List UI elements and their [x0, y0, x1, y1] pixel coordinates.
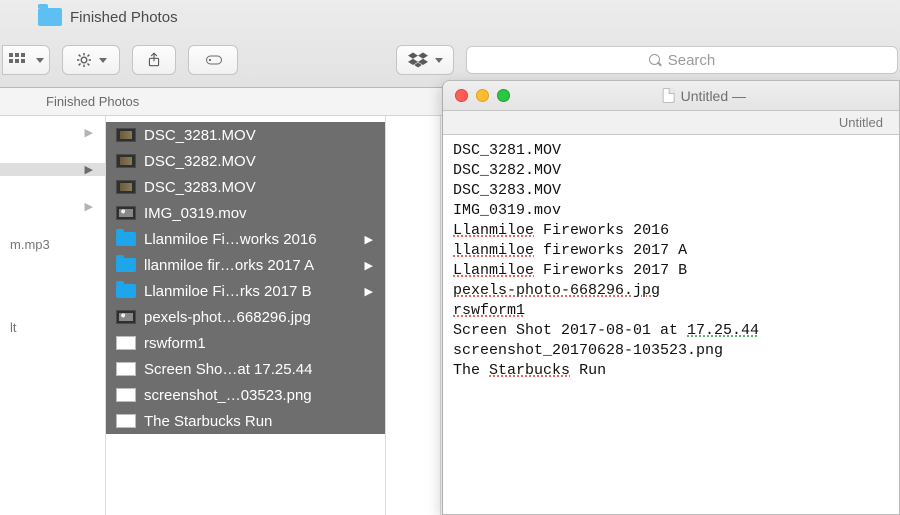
file-row[interactable]: Llanmiloe Fi…rks 2017 B ▶ [106, 278, 385, 304]
tags-button[interactable] [188, 45, 238, 75]
document-icon [116, 336, 136, 350]
file-name: Screen Sho…at 17.25.44 [144, 361, 312, 378]
share-button[interactable] [132, 45, 176, 75]
chevron-right-icon: ▶ [365, 285, 373, 298]
textedit-body[interactable]: DSC_3281.MOVDSC_3282.MOVDSC_3283.MOVIMG_… [443, 135, 899, 387]
textedit-tab-bar: Untitled [443, 111, 899, 135]
share-icon [147, 52, 161, 68]
close-button[interactable] [455, 89, 468, 102]
thumbnail-icon [116, 206, 136, 220]
column-header-label: Finished Photos [46, 94, 139, 109]
zoom-button[interactable] [497, 89, 510, 102]
search-placeholder: Search [668, 52, 716, 69]
finder-column-2[interactable]: DSC_3281.MOV DSC_3282.MOV DSC_3283.MOV IMG_… [106, 116, 386, 515]
file-name: DSC_3281.MOV [144, 127, 256, 144]
col1-item[interactable]: ▶ [0, 163, 105, 176]
file-name: llanmiloe fir…orks 2017 A [144, 257, 314, 274]
chevron-right-icon: ▶ [365, 233, 373, 246]
file-name: screenshot_…03523.png [144, 387, 312, 404]
textedit-tab[interactable]: Untitled [839, 115, 883, 130]
tag-icon [203, 54, 223, 66]
thumbnail-icon [116, 128, 136, 142]
thumbnail-icon [116, 310, 136, 324]
file-row[interactable]: Llanmiloe Fi…works 2016 ▶ [106, 226, 385, 252]
chevron-right-icon: ▶ [85, 126, 93, 139]
window-controls [443, 89, 510, 102]
dropbox-button[interactable] [396, 45, 454, 75]
view-mode-button[interactable] [2, 45, 50, 75]
chevron-right-icon: ▶ [365, 259, 373, 272]
window-title: Finished Photos [70, 9, 178, 26]
dropbox-icon [408, 52, 428, 68]
file-row[interactable]: IMG_0319.mov [106, 200, 385, 226]
file-row[interactable]: pexels-phot…668296.jpg [106, 304, 385, 330]
document-icon [116, 388, 136, 402]
col1-item[interactable]: ▶ [0, 126, 105, 139]
thumbnail-icon [116, 180, 136, 194]
file-name: The Starbucks Run [144, 413, 272, 430]
file-name: IMG_0319.mov [144, 205, 247, 222]
folder-icon [116, 258, 136, 272]
textedit-title: Untitled — [663, 88, 746, 104]
finder-column-3[interactable] [386, 116, 441, 515]
file-row[interactable]: The Starbucks Run [106, 408, 385, 434]
action-menu-button[interactable] [62, 45, 120, 75]
file-row[interactable]: screenshot_…03523.png [106, 382, 385, 408]
file-name: Llanmiloe Fi…works 2016 [144, 231, 317, 248]
file-name: Llanmiloe Fi…rks 2017 B [144, 283, 312, 300]
folder-icon [38, 8, 62, 26]
search-icon [649, 54, 662, 67]
col1-item-label: m.mp3 [10, 237, 50, 252]
finder-toolbar: Search [0, 41, 900, 79]
finder-column-1[interactable]: ▶ ▶ ▶ m.mp3 lt [0, 116, 106, 515]
col1-item[interactable]: m.mp3 [0, 237, 105, 252]
textedit-window: Untitled — Untitled DSC_3281.MOVDSC_3282… [442, 80, 900, 515]
col1-item[interactable]: lt [0, 320, 105, 335]
file-name: DSC_3282.MOV [144, 153, 256, 170]
col1-item[interactable]: ▶ [0, 200, 105, 213]
document-icon [663, 88, 675, 103]
col1-item-label: lt [10, 320, 17, 335]
grid-view-icon [9, 53, 29, 67]
chevron-right-icon: ▶ [85, 163, 93, 176]
chevron-down-icon [435, 58, 443, 63]
chevron-down-icon [36, 58, 44, 63]
file-name: pexels-phot…668296.jpg [144, 309, 311, 326]
textedit-titlebar[interactable]: Untitled — [443, 81, 899, 111]
file-row[interactable]: rswform1 [106, 330, 385, 356]
folder-icon [116, 284, 136, 298]
document-icon [116, 362, 136, 376]
file-name: DSC_3283.MOV [144, 179, 256, 196]
chevron-down-icon [99, 58, 107, 63]
file-row[interactable]: DSC_3283.MOV [106, 174, 385, 200]
minimize-button[interactable] [476, 89, 489, 102]
finder-titlebar: Finished Photos [0, 0, 900, 88]
document-icon [116, 414, 136, 428]
window-title-area: Finished Photos [38, 8, 178, 26]
thumbnail-icon [116, 154, 136, 168]
gear-icon [76, 52, 92, 68]
textedit-title-text: Untitled — [681, 88, 746, 104]
file-row[interactable]: llanmiloe fir…orks 2017 A ▶ [106, 252, 385, 278]
file-name: rswform1 [144, 335, 206, 352]
file-row[interactable]: DSC_3281.MOV [106, 122, 385, 148]
folder-icon [116, 232, 136, 246]
chevron-right-icon: ▶ [85, 200, 93, 213]
file-row[interactable]: Screen Sho…at 17.25.44 [106, 356, 385, 382]
search-input[interactable]: Search [466, 46, 898, 74]
file-row[interactable]: DSC_3282.MOV [106, 148, 385, 174]
